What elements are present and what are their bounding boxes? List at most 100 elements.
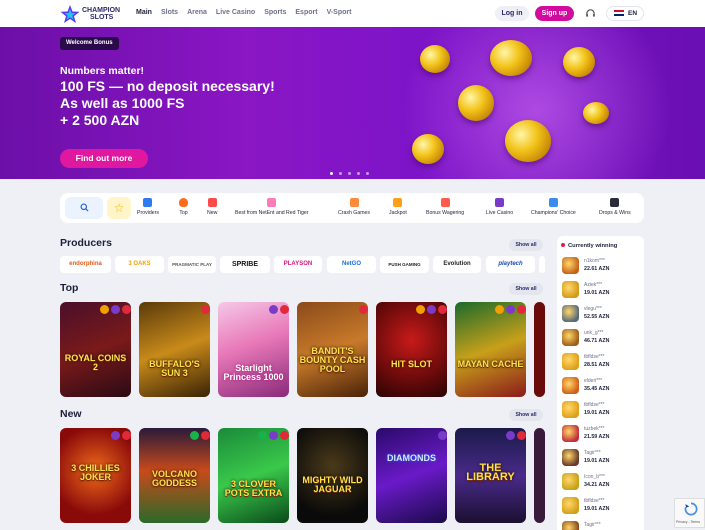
provider-partial[interactable] [539, 256, 545, 273]
winner-amount: 46.71 AZN [584, 338, 610, 344]
nav-v-sport[interactable]: V-Sport [327, 9, 352, 16]
favorites-button[interactable]: ☆ [107, 197, 131, 219]
game-card[interactable]: BUFFALO'S SUN 3 [139, 302, 210, 397]
crown-icon [548, 198, 558, 207]
category-jackpot[interactable]: Jackpot [389, 198, 407, 216]
top-header: CHAMPION SLOTS Main Slots Arena Live Cas… [0, 0, 705, 27]
winner-name: Icon_b*** [584, 474, 605, 480]
game-card[interactable]: Starlight Princess 1000 [218, 302, 289, 397]
category-crash-games[interactable]: Crash Games [338, 198, 370, 216]
category-drops-wins[interactable]: Drops & Wins [599, 198, 631, 216]
nav-main[interactable]: Main [136, 9, 152, 16]
category-live-casino[interactable]: Live Casino [486, 198, 513, 216]
winner-row[interactable]: Icon_b*** 34.21 AZN [562, 472, 642, 490]
recaptcha-badge[interactable]: Privacy - Terms [674, 498, 705, 528]
game-card[interactable]: BANDIT'S BOUNTY CASH POOL [297, 302, 368, 397]
provider-netgo[interactable]: NetGO [327, 256, 376, 273]
provider-push-gaming[interactable]: PUSH GAMING [380, 256, 429, 273]
nav-arena[interactable]: Arena [187, 9, 207, 16]
headset-icon[interactable] [585, 8, 596, 19]
winner-row[interactable]: tbfldse*** 19.01 AZN [562, 496, 642, 514]
winner-row[interactable]: vlegu*** 52.55 AZN [562, 304, 642, 322]
category-netent-red-tiger[interactable]: Best from NetEnt and Red Tiger [235, 198, 309, 216]
nav-live-casino[interactable]: Live Casino [216, 9, 255, 16]
producers-show-all[interactable]: Show all [509, 239, 543, 251]
carousel-dot[interactable] [357, 172, 360, 175]
login-button[interactable]: Log in [495, 6, 529, 21]
winner-row[interactable]: unk_g*** 46.71 AZN [562, 328, 642, 346]
category-champions-choice[interactable]: Champions' Choice [531, 198, 576, 216]
nav-esport[interactable]: Esport [295, 9, 317, 16]
category-label: Jackpot [389, 210, 407, 216]
nav-sports[interactable]: Sports [264, 9, 286, 16]
promo-banner[interactable]: Welcome Bonus Numbers matter! 100 FS — n… [0, 27, 705, 179]
game-card[interactable]: DIAMONDS [376, 428, 447, 523]
game-thumbnail [562, 497, 579, 514]
logo[interactable]: CHAMPION SLOTS [60, 4, 122, 24]
game-thumbnail [562, 449, 579, 466]
jackpot-badge-icon [280, 305, 289, 314]
provider-spribe[interactable]: SPRIBE [220, 256, 270, 273]
new-show-all[interactable]: Show all [509, 409, 543, 421]
find-out-more-button[interactable]: Find out more [60, 149, 148, 168]
game-thumbnail [562, 425, 579, 442]
coin-image [563, 47, 595, 77]
carousel-dot[interactable] [366, 172, 369, 175]
carousel-dot[interactable] [330, 172, 333, 175]
game-thumbnail [562, 521, 579, 530]
provider-playson[interactable]: PLAYSON [274, 256, 322, 273]
game-card[interactable]: HIT SLOT [376, 302, 447, 397]
nav-slots[interactable]: Slots [161, 9, 178, 16]
winner-row[interactable]: tuzbek*** 21.59 AZN [562, 424, 642, 442]
provider-endorphina[interactable]: endorphina [60, 256, 111, 273]
game-title: THE LIBRARY [466, 462, 515, 483]
signup-button[interactable]: Sign up [535, 6, 574, 21]
winner-name: Tagir*** [584, 522, 601, 528]
game-card[interactable]: 3 CHILLIES JOKER [60, 428, 131, 523]
search-button[interactable] [65, 197, 103, 219]
provider-3-oaks[interactable]: 3 OAKS [115, 256, 164, 273]
top-title: Top [60, 282, 79, 294]
new-badge-icon [258, 431, 267, 440]
winners-title-text: Currently winning [568, 243, 618, 249]
category-bonus-wagering[interactable]: Bonus Wagering [426, 198, 464, 216]
winner-row[interactable]: elderi*** 35.45 AZN [562, 376, 642, 394]
winner-row[interactable]: Tagir***19.01 AZN [562, 520, 642, 530]
game-title: BUFFALO'S SUN 3 [149, 359, 200, 378]
top-show-all[interactable]: Show all [509, 283, 543, 295]
provider-pragmatic-play[interactable]: PRAGMATIC PLAY [168, 256, 216, 273]
game-card[interactable]: THE LIBRARY [455, 428, 526, 523]
winner-row[interactable]: tbfldse*** 28.51 AZN [562, 352, 642, 370]
game-card[interactable]: ROYAL COINS 2 [60, 302, 131, 397]
game-title: DIAMONDS [387, 453, 436, 463]
game-card[interactable]: 3 CLOVER POTS EXTRA [218, 428, 289, 523]
winner-row[interactable]: Aziek*** 19.01 AZN [562, 280, 642, 298]
winner-row[interactable]: tbfldse*** 19.01 AZN [562, 400, 642, 418]
winner-row[interactable]: n1kom*** 22.61 AZN [562, 256, 642, 274]
category-new[interactable]: New [207, 198, 217, 216]
currently-winning-panel: Currently winning n1kom*** 22.61 AZN Aziek… [557, 236, 644, 530]
provider-playtech[interactable]: playtech [486, 256, 535, 273]
carousel-dot[interactable] [348, 172, 351, 175]
winner-row[interactable]: Tagir***19.01 AZN [562, 448, 642, 466]
category-label: Champions' Choice [531, 210, 576, 216]
star-logo-icon [60, 5, 80, 23]
winner-name: n1kom*** [584, 258, 605, 264]
logo-line1: CHAMPION [82, 7, 121, 14]
category-top[interactable]: Top [179, 198, 188, 216]
gem-icon [267, 198, 277, 207]
new-badge-icon [190, 431, 199, 440]
game-card[interactable]: MAYAN CACHE [455, 302, 526, 397]
game-card-partial[interactable] [534, 428, 545, 523]
provider-evolution[interactable]: Evolution [433, 256, 481, 273]
game-card[interactable]: VOLCANO GODDESS [139, 428, 210, 523]
category-providers[interactable]: Providers [137, 198, 159, 216]
category-label: Crash Games [338, 210, 370, 216]
category-label: New [207, 210, 218, 216]
language-selector[interactable]: EN [606, 6, 644, 21]
game-card[interactable]: MIGHTY WILD JAGUAR [297, 428, 368, 523]
game-card-partial[interactable] [534, 302, 545, 397]
carousel-dot[interactable] [339, 172, 342, 175]
winner-amount: 19.01 AZN [584, 458, 610, 464]
winner-name: tbfldse*** [584, 354, 605, 360]
